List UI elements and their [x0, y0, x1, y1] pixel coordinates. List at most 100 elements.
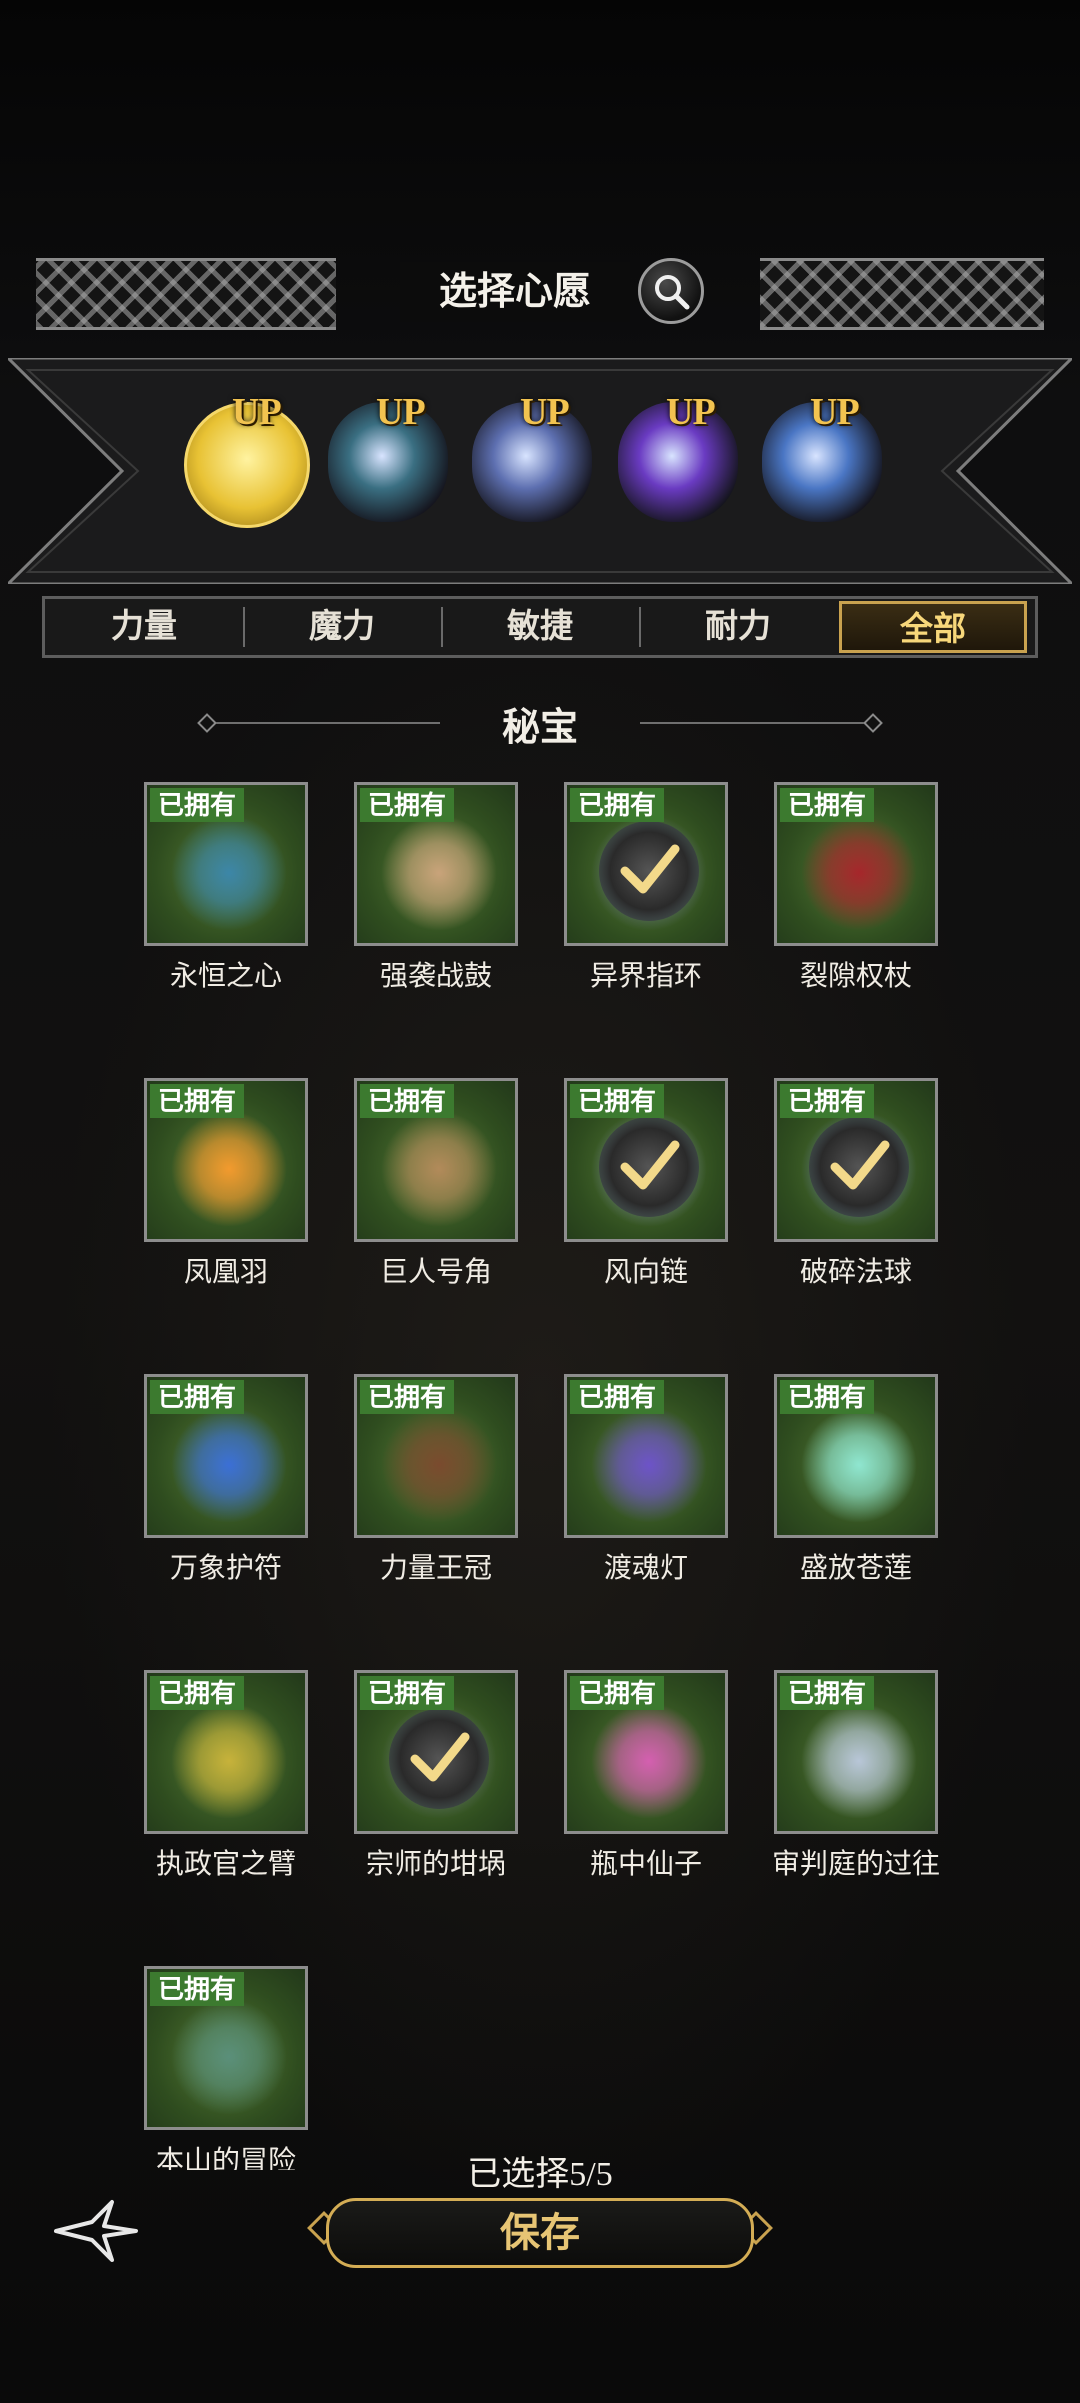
owned-badge: 已拥有 [360, 1084, 455, 1118]
item-name: 异界指环 [589, 961, 702, 992]
item-art-icon [589, 1405, 709, 1525]
up-item-dark-ring[interactable]: UP [318, 390, 458, 550]
item-card[interactable]: 已拥有风向链 [564, 1078, 728, 1288]
tab-4[interactable]: 全部 [839, 601, 1027, 653]
search-icon [655, 275, 690, 310]
selected-check-icon [389, 1709, 489, 1809]
up-badge: UP [810, 391, 860, 433]
header-ornament-left [36, 258, 336, 330]
item-art-icon [379, 1405, 499, 1525]
section-divider-right [640, 722, 870, 724]
item-card[interactable]: 已拥有异界指环 [564, 782, 728, 992]
item-name: 万象护符 [169, 1553, 282, 1584]
owned-badge: 已拥有 [360, 788, 455, 822]
item-art-icon [169, 1109, 289, 1229]
header-ornament-right [760, 258, 1044, 330]
item-name: 永恒之心 [169, 961, 282, 992]
selected-check-icon [809, 1117, 909, 1217]
item-card[interactable]: 已拥有破碎法球 [774, 1078, 938, 1288]
item-card[interactable]: 已拥有永恒之心 [144, 782, 308, 992]
up-item-silver-pendant[interactable]: UP [462, 390, 602, 550]
item-art-icon [589, 1701, 709, 1821]
item-name: 本山的冒险 [155, 2146, 296, 2170]
item-card[interactable]: 已拥有 盛放苍莲 [774, 1374, 938, 1584]
back-button[interactable] [52, 2196, 142, 2266]
back-arrow-icon [54, 2200, 138, 2262]
item-card[interactable]: 已拥有瓶中仙子 [564, 1670, 728, 1880]
tab-0[interactable]: 力量 [45, 599, 243, 655]
item-card[interactable]: 已拥有宗师的坩埚 [354, 1670, 518, 1880]
up-item-purple-orb[interactable]: UP [608, 390, 748, 550]
item-art-icon [379, 813, 499, 933]
item-frame: 已拥有 [774, 1670, 938, 1834]
item-card[interactable]: 已拥有力量王冠 [354, 1374, 518, 1584]
item-card[interactable]: 已拥有强袭战鼓 [354, 782, 518, 992]
owned-badge: 已拥有 [150, 1380, 245, 1414]
up-badge: UP [376, 391, 426, 433]
item-frame: 已拥有 [564, 1670, 728, 1834]
item-card[interactable]: 已拥有执政官之臂 [144, 1670, 308, 1880]
item-art-icon [799, 813, 919, 933]
category-tabs: 力量 魔力 敏捷 耐力 全部 [42, 596, 1038, 658]
item-frame: 已拥有 [564, 782, 728, 946]
item-card[interactable]: 已拥有 裂隙权杖 [774, 782, 938, 992]
tab-1[interactable]: 魔力 [243, 599, 441, 655]
owned-badge: 已拥有 [780, 1084, 875, 1118]
up-badge: UP [666, 391, 716, 433]
owned-badge: 已拥有 [570, 1380, 665, 1414]
up-item-golden-figure-avatar[interactable]: UP [174, 390, 314, 550]
item-frame: 已拥有 [144, 1670, 308, 1834]
up-item-cauldron[interactable]: UP [752, 390, 892, 550]
item-art-icon [169, 1997, 289, 2117]
item-card[interactable]: 已拥有审判庭的过往 [772, 1670, 940, 1880]
item-name: 凤凰羽 [183, 1257, 268, 1288]
item-name: 裂隙权杖 [799, 961, 912, 992]
item-name: 审判庭的过往 [771, 1849, 940, 1880]
owned-badge: 已拥有 [360, 1380, 455, 1414]
item-frame: 已拥有 [144, 1078, 308, 1242]
item-frame: 已拥有 [564, 1374, 728, 1538]
owned-badge: 已拥有 [780, 1676, 875, 1710]
owned-badge: 已拥有 [360, 1676, 455, 1710]
item-card[interactable]: 已拥有巨人号角 [354, 1078, 518, 1288]
item-name: 风向链 [603, 1257, 688, 1288]
item-card[interactable]: 已拥有渡魂灯 [564, 1374, 728, 1584]
tab-divider [639, 607, 641, 647]
owned-badge: 已拥有 [570, 1084, 665, 1118]
tab-2[interactable]: 敏捷 [441, 599, 639, 655]
tab-divider [441, 607, 443, 647]
item-card[interactable]: 已拥有万象护符 [144, 1374, 308, 1584]
item-name: 强袭战鼓 [379, 961, 492, 992]
item-name: 渡魂灯 [603, 1553, 688, 1584]
owned-badge: 已拥有 [150, 1084, 245, 1118]
owned-badge: 已拥有 [570, 788, 665, 822]
item-art-icon [799, 1405, 919, 1525]
page-title: 选择心愿 [400, 262, 630, 322]
owned-badge: 已拥有 [150, 1676, 245, 1710]
up-badge: UP [232, 391, 282, 433]
item-art-icon [169, 1701, 289, 1821]
item-name: 盛放苍莲 [799, 1553, 912, 1584]
item-frame: 已拥有 [144, 1966, 308, 2130]
owned-badge: 已拥有 [150, 788, 245, 822]
item-name: 宗师的坩埚 [365, 1849, 506, 1880]
up-badge: UP [520, 391, 570, 433]
item-art-icon [169, 813, 289, 933]
item-frame: 已拥有 [354, 1078, 518, 1242]
search-button[interactable] [638, 258, 704, 324]
tab-3[interactable]: 耐力 [639, 599, 837, 655]
section-divider-left [210, 722, 440, 724]
owned-badge: 已拥有 [570, 1676, 665, 1710]
item-name: 瓶中仙子 [589, 1849, 702, 1880]
owned-badge: 已拥有 [150, 1972, 245, 2006]
item-name: 执政官之臂 [155, 1849, 296, 1880]
item-frame: 已拥有 [774, 1374, 938, 1538]
item-frame: 已拥有 [144, 782, 308, 946]
section-title: 秘宝 [501, 707, 578, 749]
item-name: 巨人号角 [379, 1257, 492, 1288]
item-name: 破碎法球 [799, 1257, 912, 1288]
item-name: 力量王冠 [379, 1553, 492, 1584]
item-card[interactable]: 已拥有本山的冒险 [144, 1966, 308, 2170]
item-card[interactable]: 已拥有凤凰羽 [144, 1078, 308, 1288]
save-button[interactable]: 保存 [326, 2198, 754, 2268]
